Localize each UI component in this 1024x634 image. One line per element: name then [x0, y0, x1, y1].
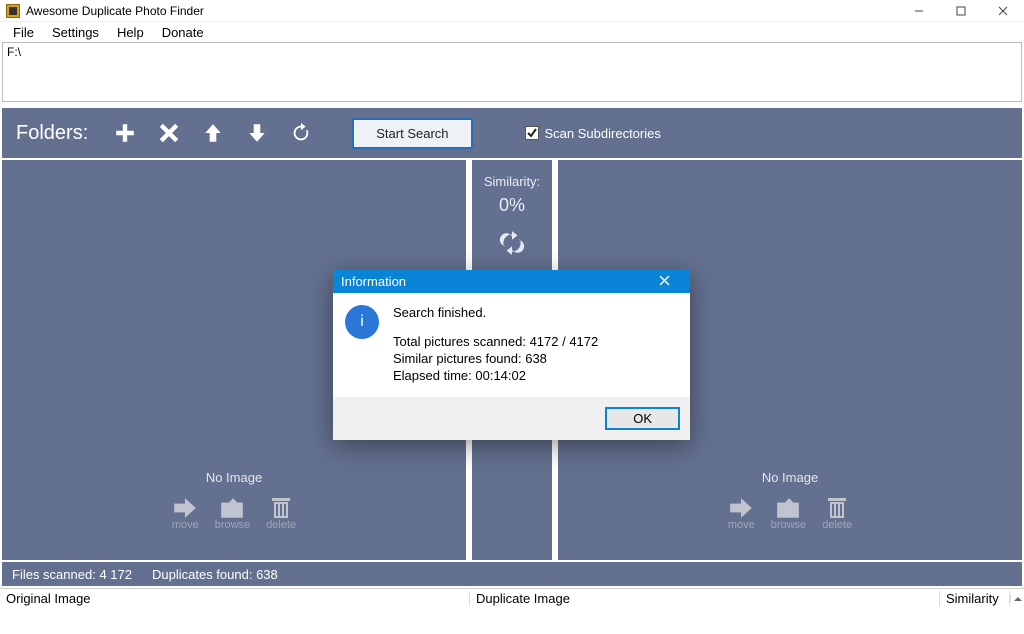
col-original-image[interactable]: Original Image [0, 591, 470, 606]
right-delete-button[interactable]: delete [822, 497, 852, 531]
move-up-button[interactable] [200, 120, 226, 146]
no-image-right-label: No Image [558, 470, 1022, 485]
folder-path-entry: F:\ [7, 45, 21, 59]
info-icon: i [345, 305, 379, 339]
dialog-message-4: Elapsed time: 00:14:02 [393, 368, 598, 383]
ok-button[interactable]: OK [605, 407, 680, 430]
maximize-button[interactable] [940, 0, 982, 22]
minimize-button[interactable] [898, 0, 940, 22]
menubar: File Settings Help Donate [0, 22, 1024, 42]
folders-label: Folders: [16, 122, 88, 145]
dialog-close-button[interactable] [646, 274, 682, 289]
status-bar: Files scanned: 4 172 Duplicates found: 6… [2, 562, 1022, 586]
right-move-button[interactable]: move [728, 497, 755, 531]
move-down-button[interactable] [244, 120, 270, 146]
left-delete-button[interactable]: delete [266, 497, 296, 531]
rotate-icon[interactable] [472, 230, 552, 259]
duplicates-found-status: Duplicates found: 638 [152, 567, 278, 582]
scroll-up-button[interactable] [1010, 595, 1024, 603]
dialog-title: Information [341, 274, 406, 289]
information-dialog: Information i Search finished. Total pic… [333, 270, 690, 440]
files-scanned-status: Files scanned: 4 172 [12, 567, 132, 582]
scan-subdirectories-checkbox[interactable] [525, 126, 539, 140]
folders-toolbar: Folders: Start Search Scan Subdirectorie… [2, 108, 1022, 158]
refresh-button[interactable] [288, 120, 314, 146]
no-image-left-label: No Image [2, 470, 466, 485]
dialog-message-2: Total pictures scanned: 4172 / 4172 [393, 334, 598, 349]
start-search-button[interactable]: Start Search [352, 118, 472, 149]
left-browse-button[interactable]: browse [215, 497, 250, 531]
dialog-message-1: Search finished. [393, 305, 598, 320]
remove-folder-button[interactable] [156, 120, 182, 146]
col-similarity[interactable]: Similarity [940, 591, 1010, 606]
titlebar: Awesome Duplicate Photo Finder [0, 0, 1024, 22]
menu-settings[interactable]: Settings [43, 24, 108, 41]
col-duplicate-image[interactable]: Duplicate Image [470, 591, 940, 606]
scan-subdirectories-label: Scan Subdirectories [545, 126, 661, 141]
dialog-message-3: Similar pictures found: 638 [393, 351, 598, 366]
menu-file[interactable]: File [4, 24, 43, 41]
menu-help[interactable]: Help [108, 24, 153, 41]
folder-path-list[interactable]: F:\ [2, 42, 1022, 102]
left-move-button[interactable]: move [172, 497, 199, 531]
similarity-label: Similarity: [472, 174, 552, 189]
app-title: Awesome Duplicate Photo Finder [26, 4, 204, 18]
close-button[interactable] [982, 0, 1024, 22]
menu-donate[interactable]: Donate [153, 24, 213, 41]
right-browse-button[interactable]: browse [771, 497, 806, 531]
similarity-value: 0% [472, 195, 552, 216]
results-header-row: Original Image Duplicate Image Similarit… [0, 588, 1024, 608]
add-folder-button[interactable] [112, 120, 138, 146]
app-icon [6, 4, 20, 18]
